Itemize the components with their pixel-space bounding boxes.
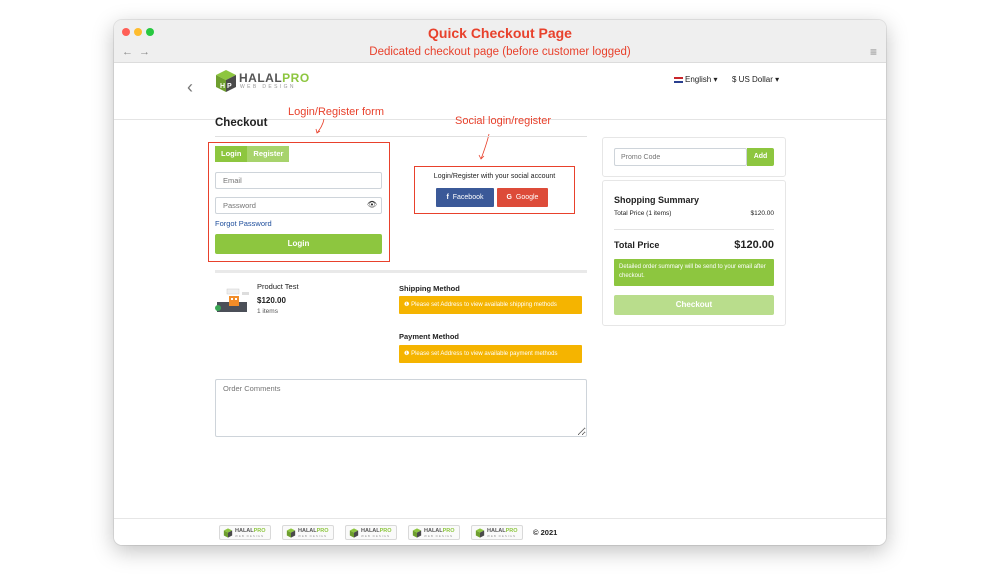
back-chevron-icon[interactable]: ‹ — [187, 77, 193, 98]
section-divider — [215, 270, 587, 273]
shipping-alert: ❶ Please set Address to view available s… — [399, 296, 582, 314]
window-title: Quick Checkout Page — [428, 25, 572, 41]
summary-title: Shopping Summary — [614, 195, 700, 205]
logo-name: HALAL — [239, 71, 283, 85]
footer-logo[interactable]: HALALPRO WEB DESIGN — [282, 525, 334, 540]
logo-cube-icon — [412, 528, 422, 538]
tab-register[interactable]: Register — [247, 146, 290, 162]
google-label: Google — [515, 194, 539, 201]
payment-alert-text: Please set Address to view available pay… — [411, 351, 558, 357]
footer-logo-sub: WEB DESIGN — [424, 534, 454, 538]
footer-logo-sub: WEB DESIGN — [235, 534, 265, 538]
caret-down-icon: ▾ — [775, 75, 780, 84]
promo-code-input[interactable] — [614, 148, 747, 166]
footer-logo[interactable]: HALALPRO WEB DESIGN — [471, 525, 523, 540]
currency-label: $ US Dollar — [732, 75, 773, 84]
tab-login[interactable]: Login — [215, 146, 248, 162]
annotation-arrow-icon — [315, 118, 325, 134]
currency-selector[interactable]: $ US Dollar ▾ — [732, 75, 779, 84]
checkout-button[interactable]: Checkout — [614, 295, 774, 315]
forgot-password-link[interactable]: Forgot Password — [215, 219, 272, 228]
back-arrow-icon[interactable]: ← — [122, 46, 139, 58]
summary-row: Total Price (1 items) $120.00 — [614, 210, 774, 217]
product-quantity: 1 items — [257, 308, 278, 315]
facebook-icon: f — [446, 194, 449, 201]
svg-text:P: P — [227, 83, 232, 90]
logo-subtitle: WEB DESIGN — [240, 84, 296, 90]
summary-row-value: $120.00 — [750, 210, 775, 217]
logo-cube-icon — [475, 528, 485, 538]
password-field: 👁 — [215, 197, 382, 214]
logo-name-accent: PRO — [282, 71, 310, 85]
annotation-arrow-icon — [478, 133, 490, 160]
eye-icon[interactable]: 👁 — [367, 200, 377, 209]
payment-method-label: Payment Method — [399, 332, 460, 341]
logo-text: HALALPRO — [239, 71, 310, 85]
copyright: © 2021 — [533, 528, 558, 537]
shipping-method-label: Shipping Method — [399, 284, 460, 293]
product-name: Product Test — [257, 282, 299, 291]
total-price-value: $120.00 — [734, 239, 774, 251]
logo-cube-icon: H P — [216, 70, 236, 92]
caret-down-icon: ▾ — [713, 75, 718, 84]
svg-text:H: H — [220, 83, 225, 90]
footer-logo[interactable]: HALALPRO WEB DESIGN — [345, 525, 397, 540]
info-icon: ❶ — [404, 351, 410, 357]
social-prompt: Login/Register with your social account — [433, 173, 556, 180]
site-footer: HALALPRO WEB DESIGN HALALPRO WEB DESIGN … — [114, 518, 886, 545]
info-icon: ❶ — [404, 302, 410, 308]
site-logo[interactable]: H P HALALPRO WEB DESIGN — [215, 69, 309, 95]
email-input[interactable] — [215, 172, 382, 189]
site-header: ‹ H P HALALPRO WEB DESIGN English ▾ $ US… — [114, 63, 886, 120]
forward-arrow-icon[interactable]: → — [139, 46, 156, 58]
logo-cube-icon — [349, 528, 359, 538]
logo-cube-icon — [286, 528, 296, 538]
nav-arrows: ←→ — [122, 46, 156, 58]
menu-icon[interactable]: ≡ — [870, 45, 877, 59]
shipping-alert-text: Please set Address to view available shi… — [411, 302, 557, 308]
page-title: Checkout — [215, 117, 268, 129]
password-input[interactable] — [215, 197, 382, 214]
facebook-button[interactable]: f Facebook — [436, 188, 494, 207]
order-comments-input[interactable] — [215, 379, 587, 437]
summary-divider — [614, 229, 774, 230]
footer-logo[interactable]: HALALPRO WEB DESIGN — [219, 525, 271, 540]
annotation-login-form: Login/Register form — [288, 106, 384, 118]
uk-flag-icon — [674, 76, 683, 83]
language-selector[interactable]: English ▾ — [674, 75, 718, 84]
google-button[interactable]: G Google — [497, 188, 548, 207]
add-promo-button[interactable]: Add — [747, 148, 774, 166]
footer-logo-sub: WEB DESIGN — [298, 534, 328, 538]
total-price-label: Total Price — [614, 240, 660, 250]
payment-alert: ❶ Please set Address to view available p… — [399, 345, 582, 363]
product-price: $120.00 — [257, 296, 286, 305]
window-subtitle: Dedicated checkout page (before customer… — [369, 46, 631, 58]
footer-logo[interactable]: HALALPRO WEB DESIGN — [408, 525, 460, 540]
window-titlebar: Quick Checkout Page Dedicated checkout p… — [114, 20, 886, 63]
summary-note: Detailed order summary will be send to y… — [614, 259, 774, 286]
annotation-social-login: Social login/register — [455, 115, 551, 127]
browser-window: Quick Checkout Page Dedicated checkout p… — [114, 20, 886, 545]
footer-logo-sub: WEB DESIGN — [361, 534, 391, 538]
facebook-label: Facebook — [452, 194, 484, 201]
login-button[interactable]: Login — [215, 234, 382, 254]
summary-row-label: Total Price (1 items) — [614, 210, 672, 217]
footer-logo-sub: WEB DESIGN — [487, 534, 517, 538]
logo-cube-icon — [223, 528, 233, 538]
product-thumbnail — [215, 288, 249, 312]
google-icon: G — [506, 194, 512, 201]
language-label: English — [685, 75, 712, 84]
title-divider — [215, 136, 587, 137]
auth-tabs: Login Register — [215, 146, 290, 162]
